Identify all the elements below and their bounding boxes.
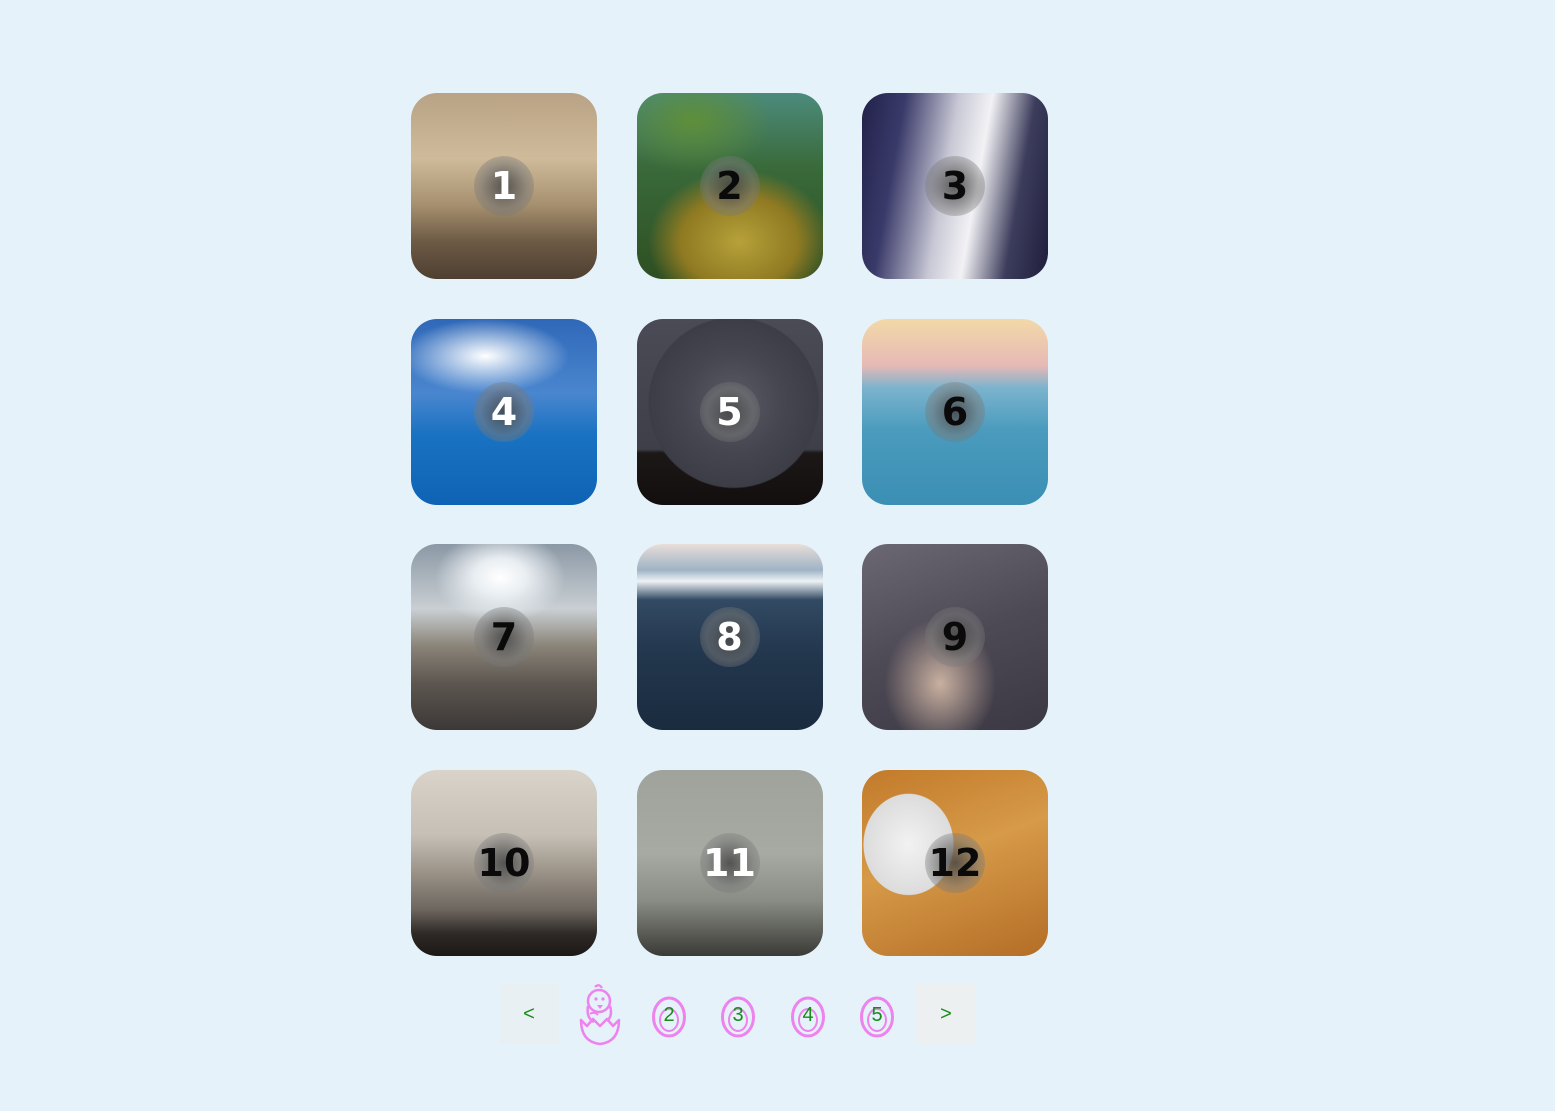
photo-tile-6[interactable]: 6	[862, 318, 1048, 505]
tile-number-badge: 12	[925, 832, 985, 893]
tile-number-badge: 2	[699, 156, 760, 216]
current-page-item[interactable]	[576, 984, 624, 1046]
photo-tile-3[interactable]: 3	[862, 93, 1048, 279]
tile-number-badge: 9	[925, 607, 985, 667]
tile-number-badge: 6	[925, 381, 985, 442]
page-number: 5	[871, 1004, 883, 1026]
tile-number-badge: 5	[699, 381, 760, 442]
photo-tile-8[interactable]: 8	[636, 544, 823, 730]
page-number: 2	[663, 1004, 675, 1026]
page-number: 3	[732, 1004, 744, 1026]
tile-number-badge: 1	[474, 156, 534, 216]
tile-number-badge: 10	[474, 832, 534, 893]
photo-tile-5[interactable]: 5	[636, 318, 823, 505]
page-link-5[interactable]: 5	[853, 984, 901, 1044]
photo-tile-10[interactable]: 10	[411, 769, 597, 956]
photo-tile-4[interactable]: 4	[411, 318, 597, 505]
page-number: 4	[802, 1004, 814, 1026]
pagination: < 2 3 4 5 >	[497, 984, 977, 1046]
tile-number-badge: 7	[474, 607, 534, 667]
prev-page-button[interactable]: <	[499, 984, 559, 1044]
photo-tile-11[interactable]: 11	[636, 769, 823, 956]
tile-number-badge: 11	[699, 832, 760, 893]
page-link-2[interactable]: 2	[645, 984, 693, 1044]
photo-tile-9[interactable]: 9	[862, 544, 1048, 730]
tile-number-badge: 4	[474, 381, 534, 442]
photo-grid: 1 2 3 4 5 6 7 8 9 10 11 12	[411, 93, 1048, 956]
page-link-4[interactable]: 4	[784, 984, 832, 1044]
page-link-3[interactable]: 3	[714, 984, 762, 1044]
photo-tile-2[interactable]: 2	[636, 93, 823, 279]
hatching-chick-icon	[579, 984, 621, 1046]
tile-number-badge: 3	[925, 156, 985, 216]
next-page-button[interactable]: >	[916, 984, 976, 1044]
tile-number-badge: 8	[699, 607, 760, 667]
photo-tile-1[interactable]: 1	[411, 93, 597, 279]
photo-tile-7[interactable]: 7	[411, 544, 597, 730]
photo-tile-12[interactable]: 12	[862, 769, 1048, 956]
